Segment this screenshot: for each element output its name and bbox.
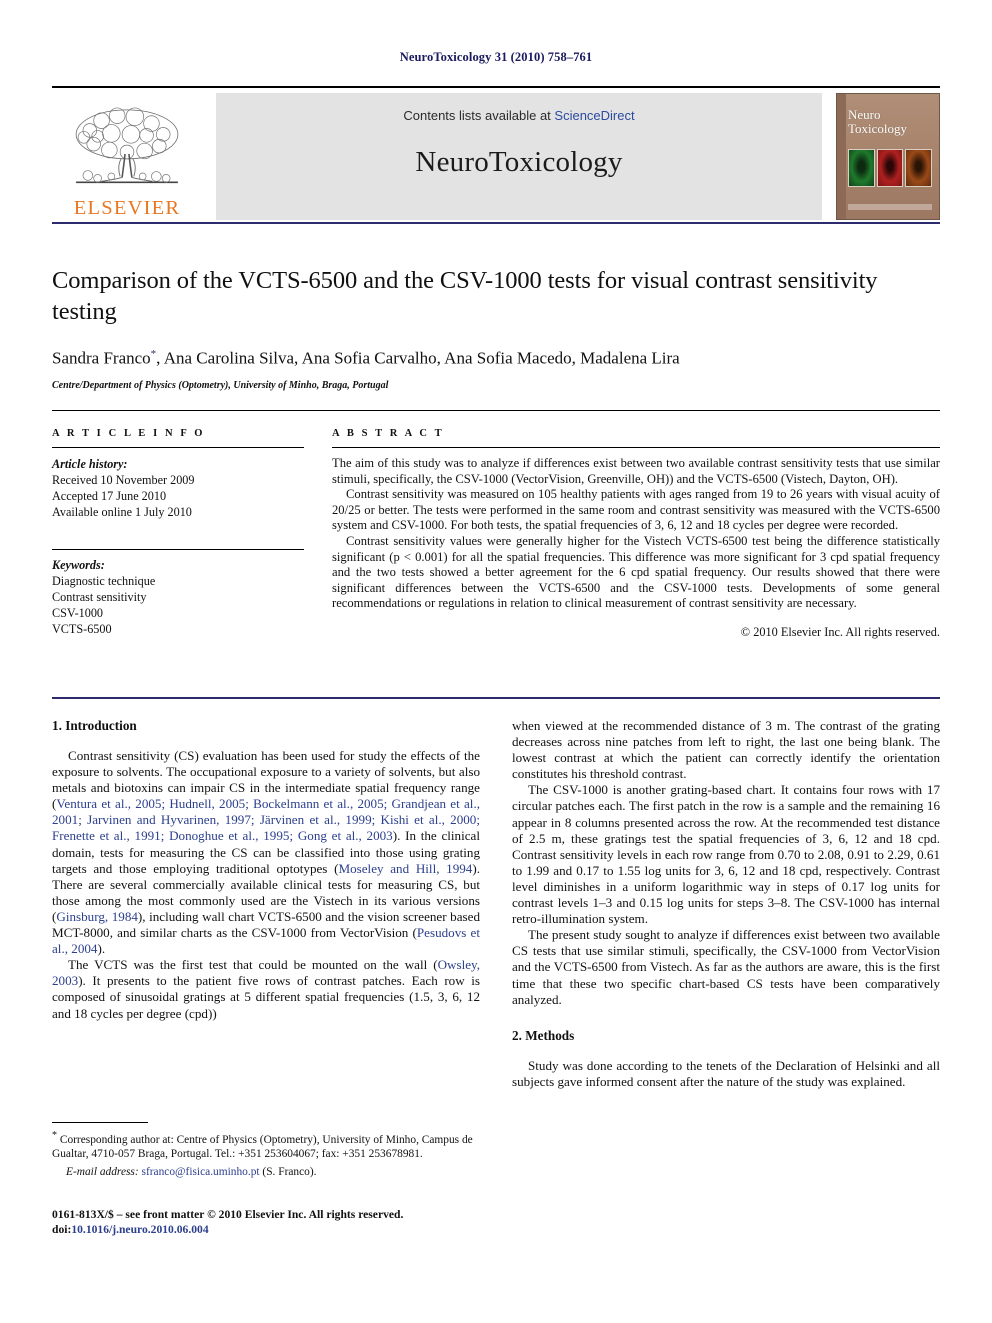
article-history-heading: Article history: [52, 457, 128, 471]
abstract-paragraph: Contrast sensitivity was measured on 105… [332, 487, 940, 533]
abstract-bottom-rule [52, 697, 940, 699]
title-block: Comparison of the VCTS-6500 and the CSV-… [52, 265, 940, 392]
cover-title: Neuro Toxicology [848, 108, 907, 135]
article-info-rule [52, 447, 304, 448]
citation-moseley-hill[interactable]: Moseley and Hill, 1994 [338, 861, 472, 876]
cover-title-line1: Neuro [848, 107, 881, 122]
other-authors: , Ana Carolina Silva, Ana Sofia Carvalho… [156, 348, 680, 368]
footnote-address-text: Corresponding author at: Centre of Physi… [52, 1133, 473, 1161]
email-suffix: (S. Franco). [259, 1165, 317, 1178]
article-info-column: A R T I C L E I N F O Article history: R… [52, 428, 324, 640]
affiliation: Centre/Department of Physics (Optometry)… [52, 379, 389, 391]
methods-paragraph-1: Study was done according to the tenets o… [512, 1057, 940, 1089]
cover-caption-bar [848, 204, 932, 210]
first-author: Sandra Franco [52, 348, 151, 368]
body-column-left: 1. Introduction Contrast sensitivity (CS… [52, 718, 480, 1188]
article-info-label: A R T I C L E I N F O [52, 428, 206, 439]
citation-ginsburg[interactable]: Ginsburg, 1984 [56, 909, 138, 924]
abstract-paragraph: The aim of this study was to analyze if … [332, 456, 940, 486]
intro2-text-b: ). It presents to the patient five rows … [52, 973, 480, 1021]
info-abstract-region: A R T I C L E I N F O Article history: R… [52, 428, 940, 640]
sciencedirect-link[interactable]: ScienceDirect [554, 108, 634, 123]
section-heading-methods: 2. Methods [512, 1027, 575, 1043]
elsevier-tree-icon [75, 107, 179, 183]
keyword-item: Contrast sensitivity [52, 590, 147, 604]
abstract-rule-top [332, 447, 940, 448]
email-link[interactable]: sfranco@fisica.uminho.pt [142, 1166, 260, 1178]
intro-paragraph-4: The present study sought to analyze if d… [512, 927, 940, 1007]
cover-panel-amber [905, 149, 933, 187]
journal-name: NeuroToxicology [415, 146, 623, 178]
footnote-address: * Corresponding author at: Centre of Phy… [52, 1129, 480, 1162]
body-column-right: when viewed at the recommended distance … [512, 718, 940, 1188]
cover-panel-red [876, 149, 904, 187]
email-label: E-mail address: [66, 1165, 139, 1178]
contents-available-line: Contents lists available at ScienceDirec… [216, 108, 822, 123]
intro2-text-a: The VCTS was the first test that could b… [68, 957, 438, 973]
received-date: Received 10 November 2009 [52, 473, 195, 487]
keywords-rule [52, 549, 304, 550]
cover-spine [837, 94, 846, 219]
intro-paragraph-2-continued: when viewed at the recommended distance … [512, 718, 940, 782]
journal-cover-thumbnail: Neuro Toxicology [836, 93, 940, 220]
doi-link[interactable]: 10.1016/j.neuro.2010.06.004 [71, 1223, 208, 1236]
sciencedirect-banner: Contents lists available at ScienceDirec… [216, 93, 822, 220]
running-head: NeuroToxicology 31 (2010) 758–761 [399, 50, 593, 64]
contents-prefix: Contents lists available at [403, 108, 555, 123]
article-first-page: NeuroToxicology 31 (2010) 758–761 ELSEVI… [0, 0, 992, 1323]
page-footer: 0161-813X/$ – see front matter © 2010 El… [52, 1208, 522, 1237]
title-bottom-rule [52, 410, 940, 411]
keyword-item: Diagnostic technique [52, 574, 156, 588]
journal-masthead: ELSEVIER Contents lists available at Sci… [52, 86, 940, 220]
keywords-heading: Keywords: [52, 558, 105, 572]
intro-paragraph-1: Contrast sensitivity (CS) evaluation has… [52, 748, 480, 957]
abstract-column: A B S T R A C T The aim of this study wa… [324, 428, 940, 640]
abstract-label: A B S T R A C T [332, 428, 445, 439]
section-heading-introduction: 1. Introduction [52, 718, 137, 733]
intro-text-e: ). [97, 941, 106, 957]
footnote-rule [52, 1122, 148, 1123]
doi-prefix: doi: [52, 1222, 72, 1236]
footnote-email-line: E-mail address: sfranco@fisica.uminho.pt… [52, 1165, 480, 1179]
page-title: Comparison of the VCTS-6500 and the CSV-… [52, 267, 878, 325]
keyword-item: CSV-1000 [52, 606, 104, 620]
available-online-date: Available online 1 July 2010 [52, 505, 192, 519]
corresponding-author-footnote: * Corresponding author at: Centre of Phy… [52, 1122, 480, 1179]
masthead-bottom-rule [52, 222, 940, 224]
elsevier-logo: ELSEVIER [52, 93, 202, 220]
keyword-item: VCTS-6500 [52, 622, 112, 636]
doi-line: doi:10.1016/j.neuro.2010.06.004 [52, 1223, 522, 1238]
elsevier-wordmark: ELSEVIER [73, 196, 181, 219]
cover-image-panels [848, 149, 933, 187]
cover-panel-green [848, 149, 875, 187]
abstract-paragraph: Contrast sensitivity values were general… [332, 533, 940, 611]
intro-paragraph-3: The CSV-1000 is another grating-based ch… [512, 782, 940, 927]
cover-title-line2: Toxicology [848, 120, 908, 136]
intro-paragraph-2: The VCTS was the first test that could b… [52, 957, 480, 1021]
body-columns: 1. Introduction Contrast sensitivity (CS… [52, 718, 940, 1188]
accepted-date: Accepted 17 June 2010 [52, 489, 167, 503]
front-matter-line: 0161-813X/$ – see front matter © 2010 El… [52, 1208, 404, 1221]
author-list: Sandra Franco*, Ana Carolina Silva, Ana … [52, 343, 940, 370]
copyright-line: © 2010 Elsevier Inc. All rights reserved… [740, 624, 940, 639]
